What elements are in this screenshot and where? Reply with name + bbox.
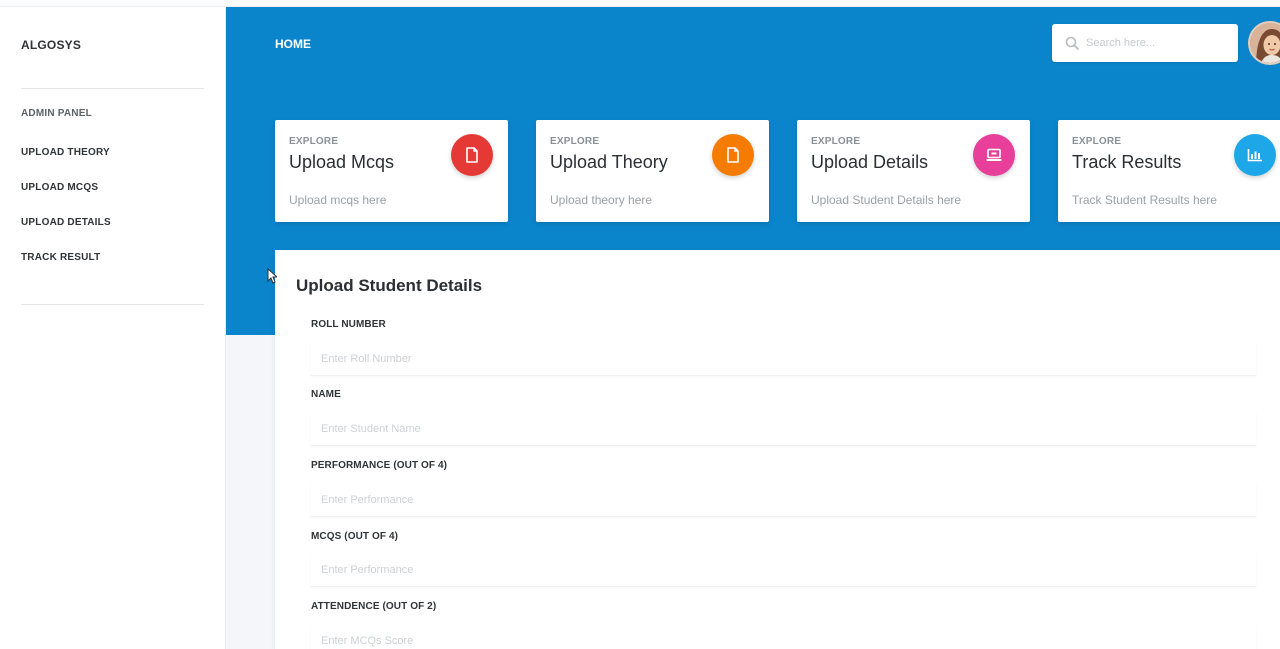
card-icon-circle <box>451 134 493 176</box>
card-subtitle: Track Student Results here <box>1072 193 1217 207</box>
upload-student-details-form: Upload Student Details ROLL NUMBER NAME … <box>275 250 1280 649</box>
card-subtitle: Upload mcqs here <box>289 193 387 207</box>
roll-number-input[interactable] <box>311 342 1256 376</box>
card-upload-mcqs[interactable]: EXPLORE Upload Mcqs Upload mcqs here <box>275 120 508 222</box>
card-title: Upload Theory <box>550 152 668 172</box>
brand-logo[interactable]: ALGOSYS <box>21 38 81 52</box>
card-subtitle: Upload theory here <box>550 193 653 207</box>
search-box[interactable] <box>1052 24 1238 62</box>
sidebar: ALGOSYS ADMIN PANEL UPLOAD THEORY UPLOAD… <box>0 7 226 649</box>
card-upload-theory[interactable]: EXPLORE Upload Theory Upload theory here <box>536 120 769 222</box>
sidebar-divider <box>21 88 204 89</box>
card-subtitle: Upload Student Details here <box>811 193 962 207</box>
card-upload-details[interactable]: EXPLORE Upload Details Upload Student De… <box>797 120 1030 222</box>
card-eyebrow: EXPLORE <box>550 136 600 147</box>
card-icon-circle <box>973 134 1015 176</box>
card-track-results[interactable]: EXPLORE Track Results Track Student Resu… <box>1058 120 1280 222</box>
performance-input[interactable] <box>311 483 1256 517</box>
document-icon <box>727 147 739 163</box>
card-title: Track Results <box>1072 152 1182 172</box>
roll-number-label: ROLL NUMBER <box>311 319 386 330</box>
document-icon <box>466 147 478 163</box>
name-label: NAME <box>311 389 341 400</box>
sidebar-section-header: ADMIN PANEL <box>21 108 92 119</box>
sidebar-item-upload-details[interactable]: UPLOAD DETAILS <box>21 217 111 228</box>
user-avatar-icon <box>1250 23 1280 63</box>
student-name-input[interactable] <box>311 412 1256 446</box>
mouse-cursor-icon <box>267 268 277 284</box>
top-strip <box>0 0 1280 7</box>
attendence-label: ATTENDENCE (OUT OF 2) <box>311 601 437 612</box>
mcqs-label: MCQS (OUT OF 4) <box>311 531 399 542</box>
search-input[interactable] <box>1086 33 1228 53</box>
laptop-icon <box>986 148 1002 161</box>
performance-label: PERFORMANCE (OUT OF 4) <box>311 460 448 471</box>
card-icon-circle <box>1234 134 1276 176</box>
card-title: Upload Mcqs <box>289 152 395 172</box>
form-title: Upload Student Details <box>296 276 483 295</box>
search-icon <box>1065 36 1079 50</box>
mcqs-input[interactable] <box>311 553 1256 587</box>
sidebar-item-track-result[interactable]: TRACK RESULT <box>21 252 100 263</box>
card-eyebrow: EXPLORE <box>811 136 861 147</box>
sidebar-item-upload-mcqs[interactable]: UPLOAD MCQS <box>21 182 98 193</box>
sidebar-divider <box>21 304 204 305</box>
sidebar-item-upload-theory[interactable]: UPLOAD THEORY <box>21 147 110 158</box>
bar-chart-icon <box>1247 149 1262 162</box>
home-link[interactable]: HOME <box>275 37 311 51</box>
card-title: Upload Details <box>811 152 929 172</box>
card-icon-circle <box>712 134 754 176</box>
attendence-input[interactable] <box>311 624 1256 649</box>
card-eyebrow: EXPLORE <box>1072 136 1122 147</box>
card-eyebrow: EXPLORE <box>289 136 339 147</box>
